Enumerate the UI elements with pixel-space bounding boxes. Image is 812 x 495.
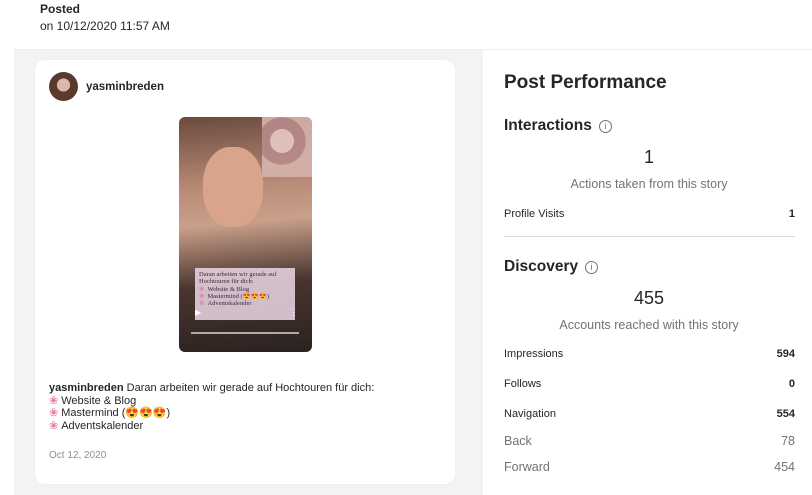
username[interactable]: yasminbreden	[86, 81, 164, 93]
metric-row-navigation: Navigation 554	[504, 408, 795, 420]
divider	[504, 236, 795, 237]
flower-icon: ❀	[199, 292, 205, 300]
metric-row-back: Back 78	[504, 434, 795, 448]
post-card: yasminbreden Daran arbeiten wir gerade a…	[35, 60, 455, 484]
post-performance-panel: Post Performance Interactions i 1 Action…	[504, 50, 812, 495]
post-preview-panel: yasminbreden Daran arbeiten wir gerade a…	[14, 50, 483, 495]
interactions-title: Interactions i	[504, 117, 612, 135]
caption-text: Daran arbeiten wir gerade auf Hochtouren…	[126, 382, 375, 394]
posted-label: Posted	[40, 2, 81, 16]
play-icon[interactable]: ▶	[195, 308, 201, 317]
flower-icon: ❀	[49, 419, 59, 432]
flower-icon: ❀	[49, 407, 59, 419]
flower-icon: ❀	[49, 394, 59, 407]
metric-row-follows: Follows 0	[504, 378, 795, 390]
info-icon[interactable]: i	[585, 260, 599, 274]
interactions-caption: Actions taken from this story	[570, 177, 728, 191]
metric-row-impressions: Impressions 594	[504, 348, 795, 360]
avatar[interactable]	[49, 72, 78, 101]
caption-item: Mastermind (😍😍😍)	[61, 407, 171, 419]
page-title: Post Performance	[504, 72, 667, 93]
caption-username[interactable]: yasminbreden	[49, 382, 124, 394]
flower-icon: ❀	[199, 285, 205, 293]
posted-header: Posted on 10/12/2020 11:57 AM	[40, 2, 170, 34]
story-text-overlay: Daran arbeiten wir gerade auf Hochtouren…	[195, 268, 295, 320]
story-progress-bar	[191, 332, 299, 334]
posted-date: on 10/12/2020 11:57 AM	[40, 19, 170, 33]
discovery-caption: Accounts reached with this story	[559, 318, 739, 332]
story-photo	[203, 147, 263, 227]
story-background-flowers	[262, 117, 312, 177]
metric-row-forward: Forward 454	[504, 460, 795, 474]
flower-icon: ❀	[199, 300, 205, 308]
caption-item: Adventskalender	[61, 419, 144, 432]
scroll-fade	[504, 482, 812, 495]
story-media[interactable]: Daran arbeiten wir gerade auf Hochtouren…	[179, 117, 312, 352]
caption-item: Website & Blog	[61, 394, 137, 407]
post-caption: yasminbreden Daran arbeiten wir gerade a…	[49, 382, 439, 432]
content-area: yasminbreden Daran arbeiten wir gerade a…	[14, 49, 812, 495]
info-icon[interactable]: i	[598, 119, 612, 133]
discovery-count: 455	[633, 288, 665, 308]
more-icon[interactable]: ⋮	[289, 307, 298, 318]
post-header: yasminbreden	[49, 72, 164, 101]
discovery-title: Discovery i	[504, 258, 599, 276]
interactions-count: 1	[643, 147, 654, 167]
metric-row-profile-visits: Profile Visits 1	[504, 208, 795, 220]
post-date: Oct 12, 2020	[49, 450, 107, 461]
